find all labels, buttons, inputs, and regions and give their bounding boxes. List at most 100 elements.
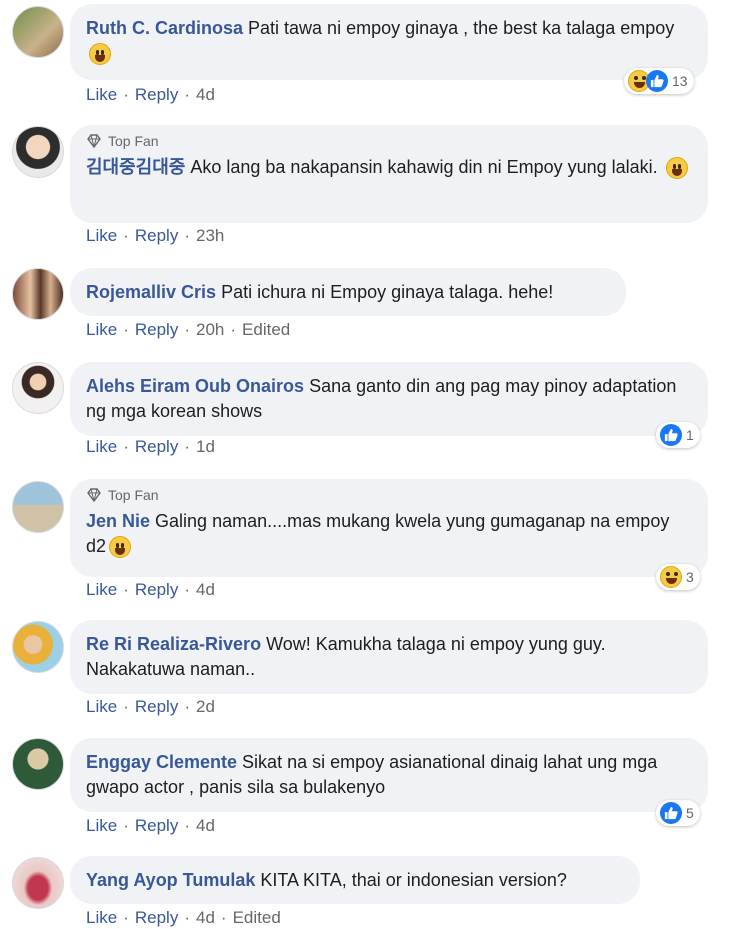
author-link[interactable]: Yang Ayop Tumulak — [86, 870, 255, 890]
comment-timestamp[interactable]: 1d — [196, 437, 215, 457]
separator-dot: · — [123, 697, 129, 716]
diamond-icon — [87, 134, 101, 148]
comment-body: Galing naman....mas mukang kwela yung gu… — [86, 511, 670, 556]
author-link[interactable]: Enggay Clemente — [86, 752, 237, 772]
reply-link[interactable]: Reply — [135, 580, 178, 600]
comment-text: Enggay Clemente Sikat na si empoy asianat… — [86, 750, 692, 800]
reply-link[interactable]: Reply — [135, 226, 178, 246]
comment-body: Ako lang ba nakapansin kahawig din ni Em… — [190, 157, 658, 177]
comment-actions: Like · Reply · 1d — [86, 437, 215, 457]
separator-dot: · — [184, 908, 190, 927]
comment-bubble: Yang Ayop Tumulak KITA KITA, thai or indo… — [70, 856, 640, 904]
comment-bubble: Rojemalliv Cris Pati ichura ni Empoy gina… — [70, 268, 626, 316]
comment-actions: Like · Reply · 4d — [86, 580, 215, 600]
edited-label[interactable]: Edited — [242, 320, 290, 340]
separator-dot: · — [123, 320, 129, 339]
separator-dot: · — [184, 320, 190, 339]
reaction-count: 1 — [686, 427, 694, 443]
separator-dot: · — [123, 437, 129, 456]
author-link[interactable]: Ruth C. Cardinosa — [86, 18, 243, 38]
comment-bubble: Ruth C. Cardinosa Pati tawa ni empoy gina… — [70, 4, 708, 80]
haha-reaction-icon — [660, 566, 682, 588]
tears-of-joy-face-icon — [665, 157, 688, 180]
separator-dot: · — [184, 697, 190, 716]
like-link[interactable]: Like — [86, 320, 117, 340]
top-fan-label: Top Fan — [108, 487, 159, 503]
reply-link[interactable]: Reply — [135, 320, 178, 340]
grinning-face-icon — [89, 43, 111, 66]
avatar[interactable] — [12, 738, 64, 790]
comment-body: KITA KITA, thai or indonesian version? — [260, 870, 567, 890]
author-link[interactable]: 김대중김대중 — [86, 157, 185, 177]
comment-timestamp[interactable]: 4d — [196, 580, 215, 600]
avatar[interactable] — [12, 362, 64, 414]
comment-timestamp[interactable]: 4d — [196, 816, 215, 836]
separator-dot: · — [184, 226, 190, 245]
diamond-icon — [87, 488, 101, 502]
separator-dot: · — [123, 580, 129, 599]
reply-link[interactable]: Reply — [135, 908, 178, 928]
reaction-summary[interactable]: 5 — [656, 800, 700, 826]
reply-link[interactable]: Reply — [135, 697, 178, 717]
comment-timestamp[interactable]: 4d — [196, 908, 215, 928]
comment-bubble: Enggay Clemente Sikat na si empoy asianat… — [70, 738, 708, 812]
comment-text: Yang Ayop Tumulak KITA KITA, thai or indo… — [86, 868, 624, 893]
like-link[interactable]: Like — [86, 816, 117, 836]
comment-timestamp[interactable]: 4d — [196, 85, 215, 105]
comment-text: Alehs Eiram Oub Onairos Sana ganto din an… — [86, 374, 692, 424]
separator-dot: · — [184, 85, 190, 104]
reaction-count: 13 — [672, 73, 688, 89]
separator-dot: · — [230, 320, 237, 339]
comment-bubble: Alehs Eiram Oub Onairos Sana ganto din an… — [70, 362, 708, 436]
comment-timestamp[interactable]: 20h — [196, 320, 224, 340]
author-link[interactable]: Alehs Eiram Oub Onairos — [86, 376, 304, 396]
reaction-summary[interactable]: 13 — [624, 68, 694, 94]
reply-link[interactable]: Reply — [135, 437, 178, 457]
comment-body: Pati tawa ni empoy ginaya , the best ka … — [248, 18, 675, 38]
separator-dot: · — [184, 816, 190, 835]
avatar[interactable] — [12, 857, 64, 909]
like-link[interactable]: Like — [86, 437, 117, 457]
comment-text: Re Ri Realiza-Rivero Wow! Kamukha talaga … — [86, 632, 692, 682]
avatar[interactable] — [12, 6, 64, 58]
reaction-summary[interactable]: 1 — [656, 422, 700, 448]
comment-body: Pati ichura ni Empoy ginaya talaga. hehe… — [221, 282, 554, 302]
like-link[interactable]: Like — [86, 226, 117, 246]
reply-link[interactable]: Reply — [135, 85, 178, 105]
top-fan-badge: Top Fan — [86, 487, 692, 503]
separator-dot: · — [123, 908, 129, 927]
avatar[interactable] — [12, 126, 64, 178]
reaction-count: 5 — [686, 805, 694, 821]
comment-timestamp[interactable]: 2d — [196, 697, 215, 717]
avatar[interactable] — [12, 268, 64, 320]
comment-text: Ruth C. Cardinosa Pati tawa ni empoy gina… — [86, 16, 692, 66]
comment-actions: Like · Reply · 2d — [86, 697, 215, 717]
avatar[interactable] — [12, 621, 64, 673]
edited-label[interactable]: Edited — [233, 908, 281, 928]
reaction-count: 3 — [686, 569, 694, 585]
reaction-summary[interactable]: 3 — [656, 564, 700, 590]
like-reaction-icon — [660, 802, 682, 824]
reply-link[interactable]: Reply — [135, 816, 178, 836]
separator-dot: · — [220, 908, 227, 927]
separator-dot: · — [184, 580, 190, 599]
sweat-smile-face-icon — [109, 536, 132, 559]
like-link[interactable]: Like — [86, 85, 117, 105]
like-link[interactable]: Like — [86, 697, 117, 717]
like-link[interactable]: Like — [86, 908, 117, 928]
comment-timestamp[interactable]: 23h — [196, 226, 224, 246]
separator-dot: · — [184, 437, 190, 456]
author-link[interactable]: Jen Nie — [86, 511, 150, 531]
comment-bubble: Re Ri Realiza-Rivero Wow! Kamukha talaga … — [70, 620, 708, 694]
comment-bubble: Top Fan Jen Nie Galing naman....mas mukan… — [70, 479, 708, 577]
like-link[interactable]: Like — [86, 580, 117, 600]
separator-dot: · — [123, 226, 129, 245]
avatar[interactable] — [12, 481, 64, 533]
comment-actions: Like · Reply · 4d · Edited — [86, 908, 281, 928]
like-reaction-icon — [646, 70, 668, 92]
author-link[interactable]: Re Ri Realiza-Rivero — [86, 634, 261, 654]
like-reaction-icon — [660, 424, 682, 446]
separator-dot: · — [123, 85, 129, 104]
comment-text: Jen Nie Galing naman....mas mukang kwela … — [86, 509, 692, 559]
author-link[interactable]: Rojemalliv Cris — [86, 282, 216, 302]
